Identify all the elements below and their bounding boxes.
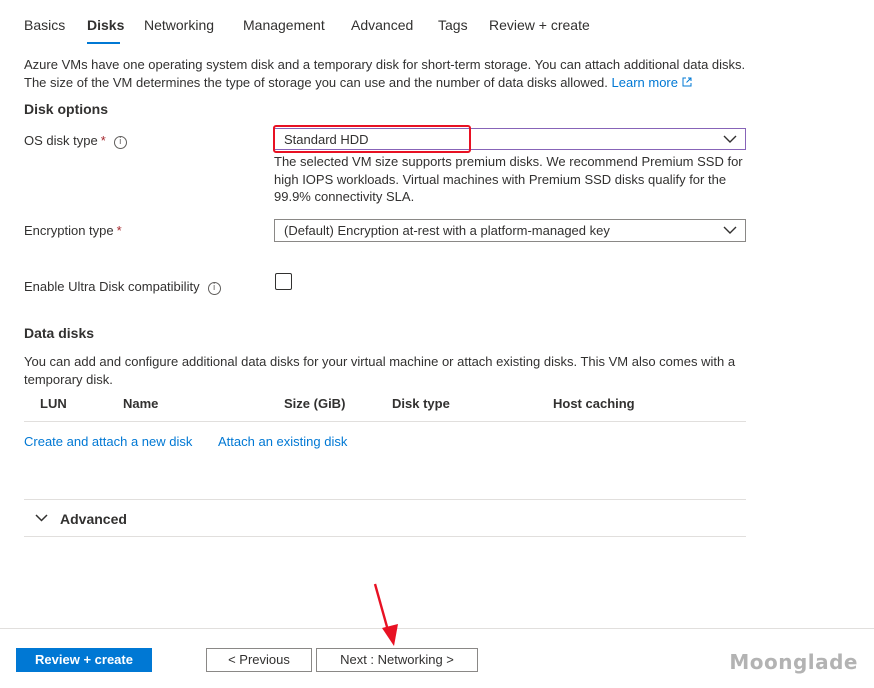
- encryption-type-value: (Default) Encryption at-rest with a plat…: [284, 223, 610, 238]
- table-divider: [24, 421, 746, 422]
- info-icon[interactable]: i: [207, 282, 221, 295]
- advanced-section-label: Advanced: [60, 511, 127, 527]
- info-icon[interactable]: i: [113, 136, 127, 149]
- highlight-annotation: [273, 125, 471, 153]
- advanced-section-toggle[interactable]: Advanced: [24, 500, 746, 536]
- tab-networking[interactable]: Networking: [144, 17, 214, 33]
- next-networking-button[interactable]: Next : Networking >: [316, 648, 478, 672]
- data-disks-heading: Data disks: [24, 325, 95, 341]
- ultra-disk-checkbox[interactable]: [275, 273, 292, 290]
- os-disk-hint: The selected VM size supports premium di…: [274, 154, 743, 204]
- tab-basics[interactable]: Basics: [24, 17, 65, 33]
- watermark-text: Moonglade: [729, 650, 858, 674]
- tab-disks[interactable]: Disks: [87, 17, 124, 33]
- column-header-disk-type[interactable]: Disk type: [392, 396, 450, 411]
- ultra-disk-label: Enable Ultra Disk compatibility i: [24, 279, 221, 295]
- column-header-size[interactable]: Size (GiB): [284, 396, 345, 411]
- advanced-bottom-divider: [24, 536, 746, 537]
- previous-button[interactable]: < Previous: [206, 648, 312, 672]
- disk-options-heading: Disk options: [24, 101, 109, 117]
- footer-divider: [0, 628, 874, 629]
- tab-review-create[interactable]: Review + create: [489, 17, 590, 33]
- os-disk-type-label: OS disk type * i: [24, 133, 127, 149]
- chevron-down-icon: [723, 135, 737, 143]
- tab-management[interactable]: Management: [243, 17, 325, 33]
- attach-existing-disk-link[interactable]: Attach an existing disk: [218, 434, 347, 449]
- active-tab-indicator: [87, 42, 120, 44]
- tab-tags[interactable]: Tags: [438, 17, 468, 33]
- review-create-button[interactable]: Review + create: [16, 648, 152, 672]
- column-header-host-caching[interactable]: Host caching: [553, 396, 635, 411]
- annotation-arrow-icon: [373, 583, 398, 646]
- data-disks-description: You can add and configure additional dat…: [24, 354, 736, 387]
- intro-description: Azure VMs have one operating system disk…: [24, 56, 754, 91]
- tab-advanced[interactable]: Advanced: [351, 17, 413, 33]
- external-link-icon: [682, 77, 692, 86]
- encryption-type-label: Encryption type *: [24, 223, 122, 238]
- create-attach-disk-link[interactable]: Create and attach a new disk: [24, 434, 192, 449]
- chevron-down-icon: [723, 226, 737, 234]
- encryption-type-select[interactable]: (Default) Encryption at-rest with a plat…: [274, 219, 746, 242]
- column-header-name[interactable]: Name: [123, 396, 158, 411]
- chevron-down-icon: [35, 514, 48, 522]
- column-header-lun[interactable]: LUN: [40, 396, 67, 411]
- learn-more-link[interactable]: Learn more: [612, 75, 692, 90]
